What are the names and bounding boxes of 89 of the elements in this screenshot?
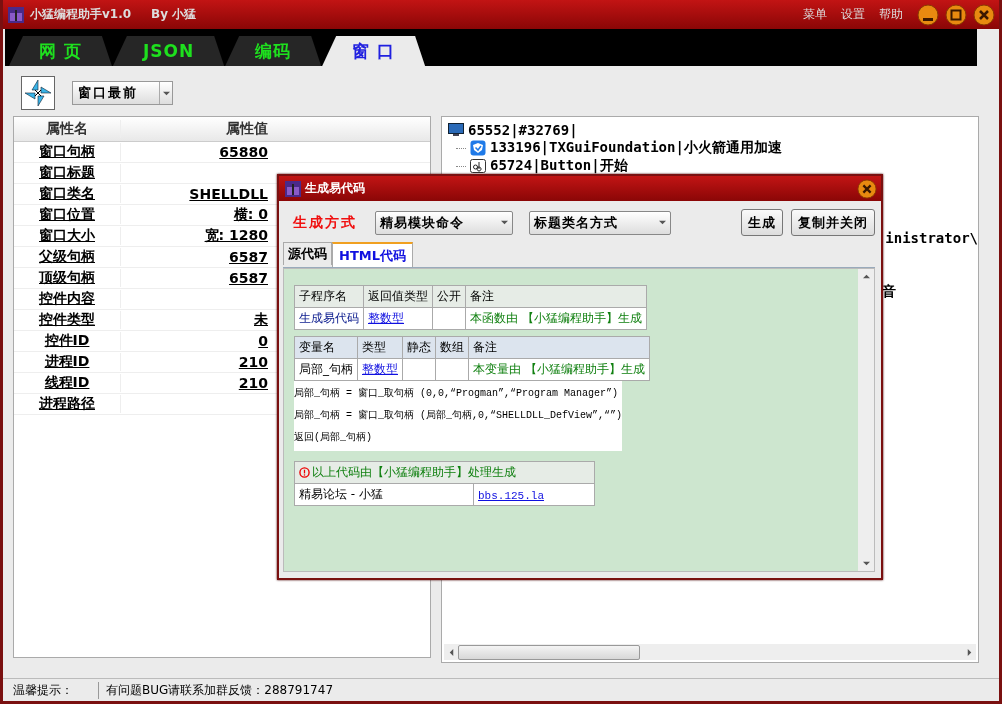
column-header: 变量名 [294, 336, 358, 359]
property-name: 父级句柄 [39, 248, 95, 264]
code-line: 局部_句柄 = 窗口_取句柄 (0,0,“Progman”,“Program Manager”) [294, 386, 620, 401]
tab[interactable]: 窗 口 [322, 36, 426, 66]
monitor-icon [448, 123, 464, 137]
column-header: 静态 [402, 336, 436, 359]
column-header: 子程序名 [294, 285, 364, 308]
table-cell: 局部_句柄 [294, 358, 358, 381]
property-value: 未 [254, 311, 268, 327]
tree-item[interactable]: 65552|#32769| [468, 122, 578, 138]
vertical-scrollbar[interactable] [858, 269, 874, 571]
column-header: 类型 [357, 336, 403, 359]
maximize-button[interactable] [945, 3, 967, 26]
tab[interactable]: 网 页 [9, 36, 112, 66]
table-cell: 本函数由 【小猛编程助手】生成 [465, 307, 647, 330]
code-line: 返回(局部_句柄) [294, 430, 373, 445]
property-value: 210 [238, 375, 268, 391]
tree-item-text: inistrator\ [885, 230, 978, 246]
column-header: 数组 [435, 336, 469, 359]
dialog-title: 生成易代码 [305, 180, 365, 197]
topmost-dropdown[interactable]: 窗口最前 [72, 81, 173, 105]
menu-item[interactable]: 帮助 [879, 6, 903, 23]
column-header: 备注 [465, 285, 647, 308]
close-button[interactable] [857, 178, 877, 199]
property-name: 顶级句柄 [39, 269, 95, 285]
author-label: By 小猛 [151, 6, 197, 23]
property-value: 6587 [229, 270, 268, 286]
arrow-icon [501, 219, 508, 226]
code-line: 局部_句柄 = 窗口_取句柄 (局部_句柄,0,“SHELLDLL_DefView”,“”) [294, 408, 623, 423]
property-value: 0 [258, 333, 268, 349]
column-header: 返回值类型 [363, 285, 433, 308]
property-value: 210 [238, 354, 268, 370]
minimize-button[interactable] [917, 3, 939, 26]
tree-item[interactable]: 133196|TXGuiFoundation|小火箭通用加速 [490, 139, 782, 157]
property-name: 窗口位置 [39, 206, 95, 222]
table-cell: 生成易代码 [294, 307, 364, 330]
property-name: 控件内容 [39, 290, 95, 306]
arrow-icon [965, 648, 973, 656]
arrow-icon [162, 89, 170, 97]
arrow-icon [447, 648, 455, 656]
arrow-icon [659, 219, 666, 226]
column-header: 公开 [432, 285, 466, 308]
property-name: 线程ID [44, 374, 90, 390]
horizontal-scrollbar[interactable] [444, 644, 976, 660]
arrow-icon [862, 560, 870, 567]
property-value: 宽: 1280 [204, 227, 268, 243]
table-cell: 本变量由 【小猛编程助手】生成 [468, 358, 650, 381]
property-name: 控件类型 [39, 311, 95, 327]
window-title: 小猛编程助手v1.0 [30, 6, 132, 23]
tree-item[interactable]: 65724|Button|开始 [490, 157, 628, 175]
property-name: 窗口大小 [39, 227, 95, 243]
property-name: 控件ID [44, 332, 90, 348]
tab[interactable]: HTML代码 [332, 242, 413, 267]
tab[interactable]: 编码 [225, 36, 322, 66]
table-cell: 整数型 [357, 358, 403, 381]
arrow-icon [862, 273, 870, 280]
column-header: 属性名 [14, 120, 121, 138]
status-label: 温馨提示： [3, 681, 99, 699]
menu-item[interactable]: 设置 [841, 6, 865, 23]
app-icon [8, 6, 24, 23]
dialog-button[interactable]: 复制并关闭 [791, 209, 875, 236]
column-header: 备注 [468, 336, 650, 359]
property-value: 65880 [219, 144, 268, 160]
info-icon [299, 467, 310, 478]
property-name: 进程ID [44, 353, 90, 369]
crosshair-icon[interactable] [21, 76, 55, 110]
property-value: SHELLDLL [189, 186, 268, 202]
method-label: 生成方式 [293, 213, 357, 232]
property-name: 进程路径 [39, 395, 95, 411]
notice-text: 以上代码由【小猛编程助手】处理生成 [312, 464, 516, 481]
method-dropdown[interactable]: 精易模块命令 [375, 210, 513, 235]
table-cell: 整数型 [363, 307, 433, 330]
menu-item[interactable]: 菜单 [803, 6, 827, 23]
text-button-icon [470, 159, 486, 173]
method-dropdown[interactable]: 标题类名方式 [529, 210, 671, 235]
property-name: 窗口类名 [39, 185, 95, 201]
property-value: 横: 0 [233, 206, 268, 222]
property-name: 窗口句柄 [39, 143, 95, 159]
tab[interactable]: JSON [112, 36, 225, 66]
app-icon [285, 180, 301, 197]
shield-icon [470, 140, 486, 156]
close-button[interactable] [973, 3, 995, 26]
tree-item-text: 音 [882, 283, 896, 301]
table-cell: 精易论坛 - 小猛 [294, 483, 474, 506]
status-message: 有问题BUG请联系加群反馈：288791747 [105, 681, 334, 699]
dialog-button[interactable]: 生成 [741, 209, 783, 236]
column-header: 属性值 [225, 120, 269, 138]
property-value: 6587 [229, 249, 268, 265]
property-name: 窗口标题 [39, 164, 95, 180]
